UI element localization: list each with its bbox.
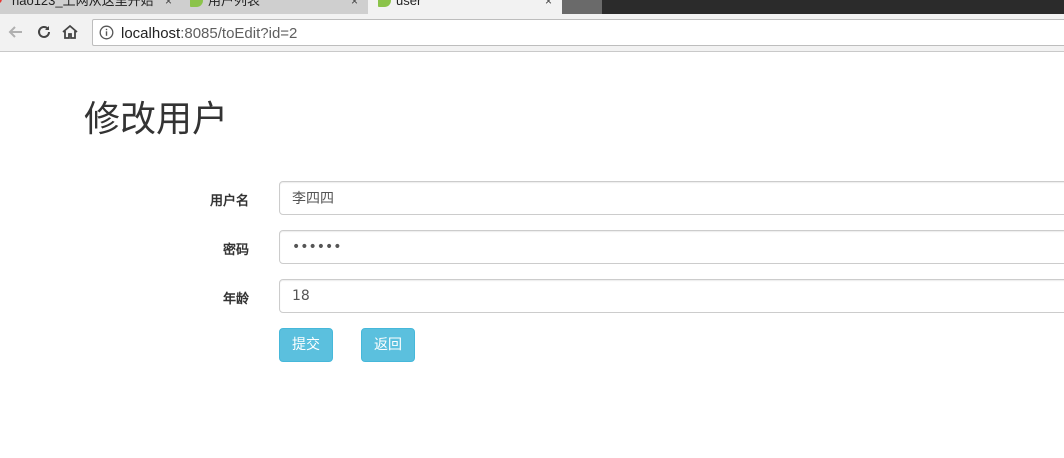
reload-icon[interactable] [34,22,54,42]
url-path: :8085/toEdit?id=2 [180,25,298,42]
form-row-username: 用户名 [0,181,1064,215]
tab-title: hao123_上网从这里开始 [12,0,154,8]
browser-tab-user-active[interactable]: user × [368,0,564,14]
username-label: 用户名 [209,193,249,208]
browser-tab-hao123[interactable]: hao123_上网从这里开始 × [0,0,184,14]
address-bar[interactable]: localhost:8085/toEdit?id=2 [92,19,1064,46]
address-url[interactable]: localhost:8085/toEdit?id=2 [121,25,297,42]
age-field[interactable] [279,279,1064,313]
tab-close-icon[interactable]: × [351,0,358,10]
tab-title: user [396,0,422,8]
page-content: 修改用户 用户名 密码 年龄 提交 返回 [0,52,1064,458]
username-field[interactable] [279,181,1064,215]
new-tab-button[interactable] [562,0,602,14]
submit-button[interactable]: 提交 [279,328,333,362]
form-row-password: 密码 [0,230,1064,264]
tab-title: 用户列表 [208,0,261,8]
spring-leaf-favicon-icon [378,0,391,7]
browser-tab-user-list[interactable]: 用户列表 × [180,0,370,14]
page-title: 修改用户 [84,99,229,140]
tab-close-icon[interactable]: × [165,0,172,10]
tab-close-icon[interactable]: × [545,0,552,10]
age-label: 年龄 [222,291,249,306]
hao123-favicon-icon [0,0,2,4]
home-icon[interactable] [60,22,80,42]
browser-toolbar: localhost:8085/toEdit?id=2 [0,14,1064,52]
form-row-age: 年龄 [0,279,1064,313]
url-host: localhost [121,25,181,42]
back-arrow-icon[interactable] [6,22,26,42]
info-icon[interactable] [99,25,114,40]
password-field[interactable] [279,230,1064,264]
browser-tabstrip: hao123_上网从这里开始 × 用户列表 × user × [0,0,1064,14]
spring-leaf-favicon-icon [190,0,203,7]
back-button[interactable]: 返回 [361,328,415,362]
password-label: 密码 [222,242,249,257]
